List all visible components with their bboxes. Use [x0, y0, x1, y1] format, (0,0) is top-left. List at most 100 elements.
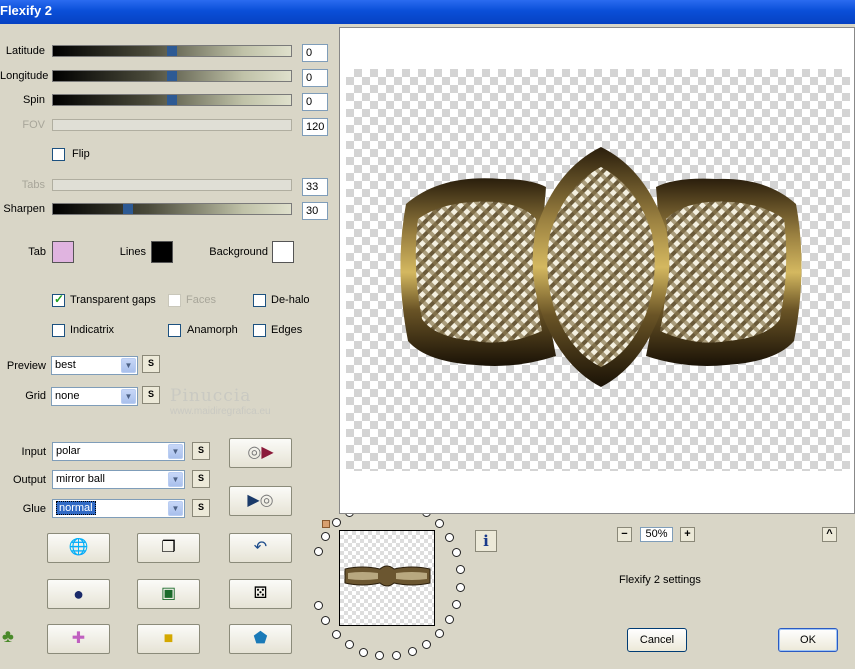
- sharpen-thumb[interactable]: [123, 204, 133, 214]
- indicatrix-checkbox[interactable]: [52, 324, 65, 337]
- ring-dot[interactable]: [407, 647, 417, 657]
- watermark-name: Pinuccia: [170, 386, 252, 406]
- fov-slider: [52, 119, 292, 131]
- ring-dot[interactable]: [455, 565, 465, 575]
- spin-label: Spin: [22, 94, 45, 106]
- globe-icon: 🌐: [68, 539, 89, 556]
- ring-dot[interactable]: [452, 548, 462, 558]
- preview-select[interactable]: best ▼: [51, 356, 138, 375]
- cancel-button[interactable]: Cancel: [627, 628, 687, 652]
- ring-dot[interactable]: [445, 532, 455, 542]
- ring-dot[interactable]: [321, 531, 331, 541]
- random-button[interactable]: ⚄: [229, 579, 292, 609]
- indicatrix-label: Indicatrix: [70, 324, 115, 336]
- main-preview[interactable]: [339, 27, 855, 514]
- transparent-gaps-checkbox[interactable]: ✓: [52, 292, 65, 307]
- copy-button[interactable]: ❐: [137, 533, 200, 563]
- cross-button[interactable]: ✚: [47, 624, 110, 654]
- zoom-level[interactable]: 50%: [640, 527, 673, 542]
- zoom-out-button[interactable]: −: [617, 527, 632, 542]
- glue-label: Glue: [22, 503, 46, 515]
- reverse-transform-button[interactable]: ▶◎: [229, 486, 292, 516]
- tabs-label: Tabs: [21, 179, 45, 191]
- latitude-value[interactable]: 0: [302, 44, 328, 62]
- ring-dot[interactable]: [344, 640, 354, 650]
- output-s-button[interactable]: S: [192, 470, 210, 488]
- zoom-in-button[interactable]: +: [680, 527, 695, 542]
- copy-icon: ❐: [161, 539, 176, 556]
- output-select[interactable]: mirror ball ▼: [52, 470, 185, 489]
- ring-marker[interactable]: [322, 520, 330, 528]
- longitude-slider[interactable]: [52, 70, 292, 82]
- edges-checkbox[interactable]: [253, 324, 266, 337]
- circle-button[interactable]: ●: [47, 579, 110, 609]
- ok-button[interactable]: OK: [778, 628, 838, 652]
- globe-button[interactable]: 🌐: [47, 533, 110, 563]
- sharpen-value[interactable]: 30: [302, 202, 328, 220]
- latitude-label: Latitude: [5, 45, 45, 57]
- faces-label: Faces: [186, 294, 216, 306]
- watermark-site: www.maidiregrafica.eu: [170, 406, 271, 417]
- ring-icon: ●: [73, 584, 84, 604]
- fov-value: 120: [302, 118, 328, 136]
- longitude-value[interactable]: 0: [302, 69, 328, 87]
- latitude-slider[interactable]: [52, 45, 292, 57]
- forward-transform-button[interactable]: ◎▶: [229, 438, 292, 468]
- square-button[interactable]: ▣: [137, 579, 200, 609]
- ring-dot[interactable]: [455, 582, 465, 592]
- ring-dot[interactable]: [331, 629, 341, 639]
- ring-dot[interactable]: [435, 519, 445, 529]
- spin-slider[interactable]: [52, 94, 292, 106]
- transparent-gaps-label: Transparent gaps: [70, 294, 156, 306]
- window-title: Flexify 2: [0, 3, 53, 18]
- anamorph-label: Anamorph: [187, 324, 238, 336]
- glue-s-button[interactable]: S: [192, 499, 210, 517]
- lines-color-label: Lines: [119, 246, 146, 258]
- collapse-button[interactable]: ^: [822, 527, 837, 542]
- background-color-swatch[interactable]: [272, 241, 294, 263]
- latitude-thumb[interactable]: [167, 46, 177, 56]
- preview-s-button[interactable]: S: [142, 355, 160, 373]
- cube-button[interactable]: ■: [137, 624, 200, 654]
- transparency-checkerboard: [346, 69, 850, 471]
- preview-shape: [400, 147, 802, 387]
- ring-dot[interactable]: [313, 600, 323, 610]
- spin-value[interactable]: 0: [302, 93, 328, 111]
- chevron-down-icon: ▼: [168, 444, 183, 459]
- lines-color-swatch[interactable]: [151, 241, 173, 263]
- de-halo-label: De-halo: [271, 294, 310, 306]
- preview-select-value: best: [55, 359, 76, 371]
- input-s-button[interactable]: S: [192, 442, 210, 460]
- pentagon-button[interactable]: ⬟: [229, 624, 292, 654]
- flip-checkbox[interactable]: [52, 148, 65, 161]
- ring-dot[interactable]: [313, 547, 323, 557]
- ring-dot[interactable]: [359, 647, 369, 657]
- de-halo-checkbox[interactable]: [253, 294, 266, 307]
- ring-dot[interactable]: [321, 616, 331, 626]
- longitude-thumb[interactable]: [167, 71, 177, 81]
- title-bar: Flexify 2: [0, 0, 855, 24]
- flexify-logo-icon: ♣: [2, 626, 14, 646]
- ring-dot[interactable]: [445, 615, 455, 625]
- ring-dot[interactable]: [375, 651, 385, 661]
- glue-select[interactable]: normal ▼: [52, 499, 185, 518]
- undo-icon: ↶: [253, 539, 268, 556]
- grid-s-button[interactable]: S: [142, 386, 160, 404]
- info-button[interactable]: i: [475, 530, 497, 552]
- undo-button[interactable]: ↶: [229, 533, 292, 563]
- ring-dot[interactable]: [331, 518, 341, 528]
- ring-dot[interactable]: [422, 639, 432, 649]
- ring-dot[interactable]: [452, 599, 462, 609]
- ring-dot[interactable]: [435, 628, 445, 638]
- output-label: Output: [12, 474, 46, 486]
- ring-dot[interactable]: [391, 651, 401, 661]
- input-select[interactable]: polar ▼: [52, 442, 185, 461]
- anamorph-checkbox[interactable]: [168, 324, 181, 337]
- thumbnail-preview[interactable]: [339, 530, 435, 626]
- grid-select[interactable]: none ▼: [51, 387, 138, 406]
- tab-color-swatch[interactable]: [52, 241, 74, 263]
- grid-select-value: none: [55, 390, 80, 402]
- spin-thumb[interactable]: [167, 95, 177, 105]
- cross-icon: ✚: [71, 630, 86, 647]
- sharpen-slider[interactable]: [52, 203, 292, 215]
